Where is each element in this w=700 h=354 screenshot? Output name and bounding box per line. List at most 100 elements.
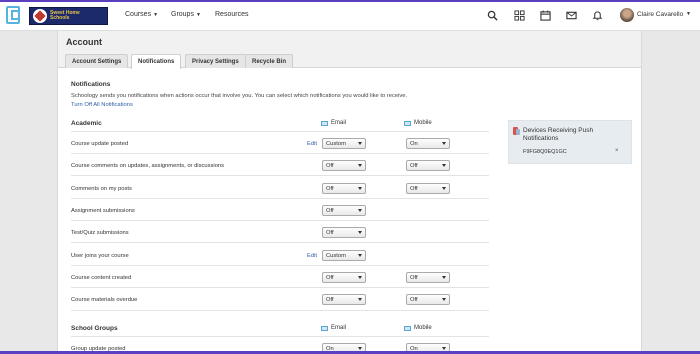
tab-notifications[interactable]: Notifications (131, 54, 182, 69)
email-icon (321, 120, 328, 126)
chevron-down-icon (442, 187, 446, 190)
row-label: Course content created (71, 275, 132, 281)
email-header-label: Email (331, 325, 347, 331)
chevron-down-icon (358, 298, 362, 301)
page-title: Account (66, 37, 102, 47)
chevron-down-icon (442, 164, 446, 167)
tab-privacy-settings[interactable]: Privacy Settings (185, 54, 246, 68)
edit-link[interactable]: Edit (307, 253, 317, 259)
nav-resources[interactable]: Resources (215, 11, 248, 18)
powerschool-logo-icon[interactable] (6, 6, 20, 24)
mobile-select[interactable]: Off (406, 160, 450, 171)
push-panel-title: Devices Receiving Push Notifications (523, 127, 594, 142)
page-header: Account Account Settings Notifications P… (58, 31, 641, 69)
notifications-heading: Notifications (71, 81, 111, 88)
divider (71, 131, 489, 132)
divider (71, 287, 489, 288)
chevron-down-icon (358, 187, 362, 190)
remove-device-button[interactable]: × (615, 148, 619, 154)
notifications-icon[interactable] (592, 10, 603, 21)
select-value: Off (326, 185, 334, 192)
email-column-header: Email (321, 325, 346, 331)
chevron-down-icon (358, 231, 362, 234)
email-header-label: Email (331, 120, 347, 126)
user-name[interactable]: Claire Cavarello (637, 11, 683, 18)
email-icon (321, 325, 328, 331)
tab-account-settings[interactable]: Account Settings (65, 54, 129, 68)
select-value: Off (410, 296, 418, 303)
nav-groups[interactable]: Groups ▼ (171, 11, 201, 18)
select-value: On (410, 140, 418, 147)
school-name-line2: Schools (50, 15, 70, 21)
email-select[interactable]: Custom (322, 250, 366, 261)
messages-icon[interactable] (566, 10, 577, 21)
nav-courses[interactable]: Courses ▼ (125, 11, 158, 18)
select-value: Off (326, 296, 334, 303)
select-value: Off (326, 207, 334, 214)
search-icon[interactable] (487, 10, 498, 21)
email-select[interactable]: Off (322, 227, 366, 238)
select-value: Off (410, 185, 418, 192)
device-id: F9FG8Q0EQ1GC (523, 149, 567, 155)
chevron-down-icon (442, 347, 446, 350)
select-value: Custom (326, 140, 346, 147)
notifications-description: Schoology sends you notifications when a… (71, 93, 408, 99)
mobile-column-header: Mobile (404, 325, 432, 331)
select-value: Custom (326, 252, 346, 259)
mobile-header-label: Mobile (414, 120, 432, 126)
chevron-down-icon: ▼ (195, 11, 201, 18)
school-groups-section-title: School Groups (71, 325, 118, 332)
calendar-icon[interactable] (540, 10, 551, 21)
chevron-down-icon (442, 298, 446, 301)
apps-icon[interactable] (514, 10, 525, 21)
push-devices-panel: Devices Receiving Push Notifications F9F… (508, 120, 632, 164)
divider (71, 220, 489, 221)
select-value: Off (326, 162, 334, 169)
row-label: Comments on my posts (71, 186, 132, 192)
row-label: Course update posted (71, 141, 129, 147)
mobile-icon (404, 120, 411, 126)
edit-link[interactable]: Edit (307, 141, 317, 147)
chevron-down-icon: ▼ (153, 11, 159, 18)
email-column-header: Email (321, 120, 346, 126)
mobile-select[interactable]: Off (406, 183, 450, 194)
email-select[interactable]: Off (322, 160, 366, 171)
chevron-down-icon (358, 254, 362, 257)
row-label: User joins your course (71, 253, 129, 259)
nav-resources-label: Resources (215, 11, 249, 18)
mobile-header-label: Mobile (414, 325, 432, 331)
chevron-down-icon (442, 142, 446, 145)
row-label: Assignment submissions (71, 208, 135, 214)
email-select[interactable]: Off (322, 183, 366, 194)
mobile-select[interactable]: Off (406, 272, 450, 283)
select-value: Off (326, 274, 334, 281)
mobile-select[interactable]: Off (406, 294, 450, 305)
row-label: Course comments on updates, assignments,… (71, 163, 225, 169)
email-select[interactable]: Off (322, 294, 366, 305)
account-page: Account Account Settings Notifications P… (57, 31, 642, 354)
top-navigation-bar: Sweet Home Schools Courses ▼ Groups ▼ Reso… (0, 0, 700, 31)
turn-off-all-notifications-link[interactable]: Turn Off All Notifications (71, 102, 133, 108)
school-logo[interactable]: Sweet Home Schools (29, 7, 108, 25)
email-select[interactable]: Off (322, 205, 366, 216)
select-value: Off (326, 229, 334, 236)
avatar[interactable] (620, 8, 634, 22)
chevron-down-icon (358, 276, 362, 279)
mobile-column-header: Mobile (404, 120, 432, 126)
chevron-down-icon[interactable]: ▼ (686, 11, 691, 17)
select-value: Off (410, 162, 418, 169)
email-select[interactable]: Custom (322, 138, 366, 149)
chevron-down-icon (442, 276, 446, 279)
row-label: Course materials overdue (71, 297, 138, 303)
email-select[interactable]: Off (322, 272, 366, 283)
accent-stripe (0, 0, 700, 2)
divider (71, 242, 489, 243)
chevron-down-icon (358, 347, 362, 350)
mobile-select[interactable]: On (406, 138, 450, 149)
tab-recycle-bin[interactable]: Recycle Bin (245, 54, 294, 68)
mobile-device-icon (513, 127, 520, 135)
divider (71, 265, 489, 266)
divider (71, 198, 489, 199)
nav-courses-label: Courses (125, 11, 152, 18)
chevron-down-icon (358, 209, 362, 212)
